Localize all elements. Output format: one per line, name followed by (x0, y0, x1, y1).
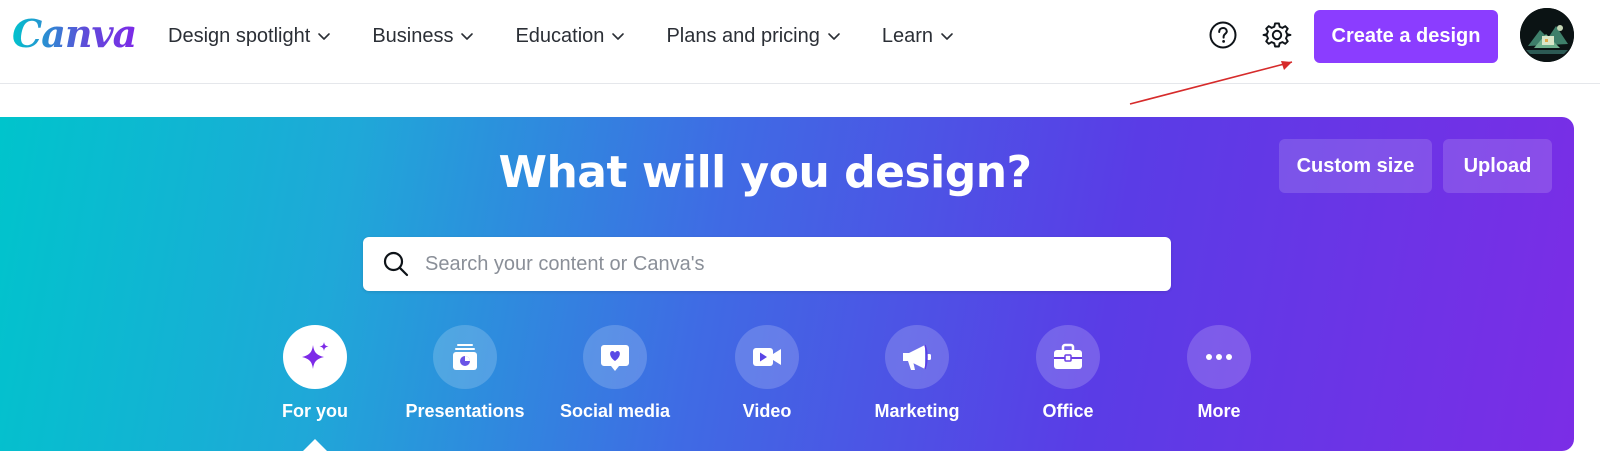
nav-item-label: Learn (881, 24, 934, 47)
category-label: Social media (559, 401, 671, 421)
presentation-icon (453, 344, 477, 370)
category-marketing[interactable]: Marketing (842, 325, 992, 422)
nav-item-learn[interactable]: Learn (872, 18, 965, 54)
category-video[interactable]: Video (692, 325, 842, 422)
hero-banner: What will you design? Custom size Upload… (0, 117, 1574, 451)
chevron-down-icon (318, 33, 331, 40)
video-camera-icon (753, 348, 781, 366)
category-office[interactable]: Office (993, 325, 1143, 422)
question-circle-icon[interactable] (1208, 20, 1238, 50)
upload-button[interactable]: Upload (1443, 139, 1552, 193)
nav-item-plans-and-pricing[interactable]: Plans and pricing (656, 18, 851, 54)
category-label: Office (1042, 401, 1094, 421)
nav-item-label: Design spotlight (168, 24, 311, 47)
category-icon-circle (1187, 325, 1251, 389)
avatar[interactable] (1520, 8, 1574, 62)
category-label: For you (282, 401, 348, 421)
gear-icon[interactable] (1262, 20, 1292, 50)
active-category-indicator (303, 439, 327, 451)
avatar-image (1520, 8, 1574, 62)
chevron-down-icon (941, 33, 953, 40)
category-icon-circle (885, 325, 949, 389)
category-shortcuts: For you Presentations Social media Video… (0, 325, 1574, 451)
category-icon-circle (283, 325, 347, 389)
category-label: Marketing (874, 401, 960, 421)
nav-item-education[interactable]: Education (505, 18, 636, 54)
briefcase-icon (1054, 343, 1082, 369)
megaphone-icon (903, 344, 931, 370)
category-icon-circle (583, 325, 647, 389)
category-presentations[interactable]: Presentations (390, 325, 540, 422)
canva-logo[interactable]: Canva (12, 8, 137, 60)
sparkle-icon (302, 342, 329, 369)
nav-item-design-spotlight[interactable]: Design spotlight (158, 18, 342, 54)
main-nav: Design spotlight Business Education Plan… (158, 18, 965, 54)
chevron-down-icon (612, 33, 625, 40)
search-bar (363, 237, 1171, 291)
create-design-button[interactable]: Create a design (1314, 10, 1498, 63)
category-for-you[interactable]: For you (240, 325, 390, 422)
category-icon-circle (433, 325, 497, 389)
category-label: More (1197, 401, 1241, 421)
more-dots-icon (1206, 354, 1232, 360)
category-icon-circle (1036, 325, 1100, 389)
category-icon-circle (735, 325, 799, 389)
nav-item-label: Education (515, 24, 605, 47)
nav-item-label: Plans and pricing (666, 24, 820, 47)
chevron-down-icon (828, 33, 840, 40)
custom-size-button[interactable]: Custom size (1279, 139, 1432, 193)
category-label: Presentations (405, 401, 525, 421)
nav-item-business[interactable]: Business (362, 18, 485, 54)
category-more[interactable]: More (1144, 325, 1294, 422)
category-label: Video (742, 401, 792, 421)
search-input[interactable] (425, 237, 1171, 291)
heart-chat-icon (601, 345, 629, 371)
search-icon (383, 251, 409, 277)
nav-item-label: Business (372, 24, 454, 47)
chevron-down-icon (461, 33, 474, 40)
category-social-media[interactable]: Social media (540, 325, 690, 422)
top-navigation-bar: Canva Design spotlight Business Educatio… (0, 0, 1600, 84)
